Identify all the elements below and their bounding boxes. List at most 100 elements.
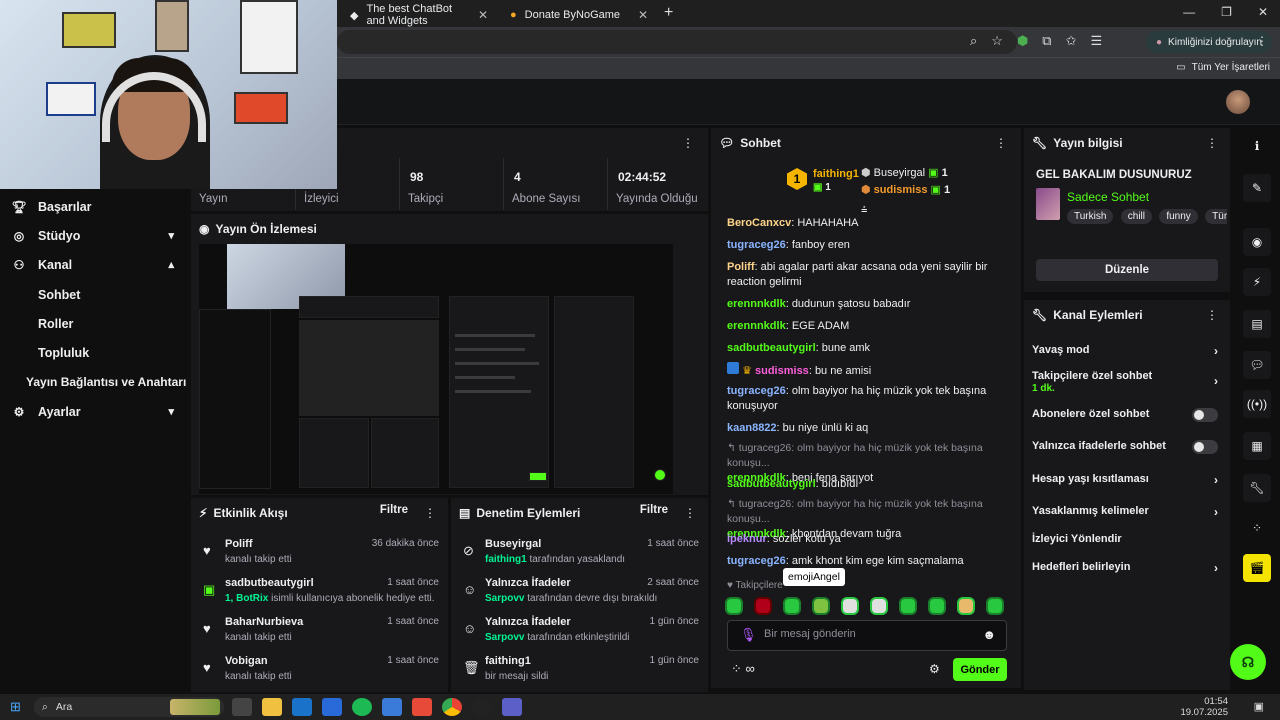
- emote-icon[interactable]: [754, 597, 772, 615]
- sidebar-item-achievements[interactable]: 🏆︎ Başarılar: [0, 192, 188, 221]
- sidebar-item-community[interactable]: Topluluk: [0, 338, 188, 367]
- chat-username[interactable]: tugraceg26: [727, 239, 786, 251]
- chat-username[interactable]: Poliff: [727, 261, 755, 273]
- chat-message[interactable]: tugraceg26: fanboy eren: [727, 238, 1017, 253]
- task-view-icon[interactable]: [232, 698, 252, 716]
- emote-only-toggle[interactable]: [1192, 440, 1218, 454]
- activity-row[interactable]: ▣ sadbutbeautygirl 1 saat önce 1, BotRix…: [199, 574, 443, 614]
- pencil-icon[interactable]: ✎: [1243, 174, 1271, 202]
- sidebar-item-stream-key[interactable]: Yayın Bağlantısı ve Anahtarı: [0, 367, 188, 396]
- chat-username[interactable]: sadbutbeautygirl: [727, 478, 816, 490]
- chat-username[interactable]: kaan8822: [727, 422, 777, 434]
- sidebar-item-chat[interactable]: Sohbet: [0, 280, 188, 309]
- leader-first-name[interactable]: faithing1: [813, 168, 859, 180]
- activity-row[interactable]: ♥ Poliff 36 dakika önce kanalı takip ett…: [199, 535, 443, 575]
- restore-icon[interactable]: ❐: [1221, 5, 1232, 19]
- support-chat-fab[interactable]: ☊: [1230, 644, 1266, 680]
- chat-settings-gear-icon[interactable]: ⚙: [929, 662, 940, 676]
- calendar-widget-icon[interactable]: ▦: [1243, 432, 1271, 460]
- app-icon[interactable]: [412, 698, 432, 716]
- info-icon[interactable]: ℹ: [1243, 132, 1271, 160]
- outlook-icon[interactable]: [292, 698, 312, 716]
- action-followers-only[interactable]: Takipçilere özel sohbet 1 dk. ›: [1032, 370, 1222, 394]
- emote-icon[interactable]: [725, 597, 743, 615]
- points-widget-icon[interactable]: ⁘: [1243, 514, 1271, 542]
- kebab-icon[interactable]: ⋮: [424, 506, 436, 520]
- browser-tab-botrix[interactable]: ◆ The best ChatBot and Widgets ✕: [340, 3, 498, 27]
- chat-username[interactable]: erennnkdlk: [727, 320, 786, 332]
- tag[interactable]: Türk: [1205, 209, 1227, 224]
- chat-widget-icon[interactable]: 💬︎: [1243, 351, 1271, 379]
- minimize-icon[interactable]: —: [1183, 5, 1195, 19]
- close-icon[interactable]: ✕: [478, 8, 488, 22]
- app-icon[interactable]: [472, 698, 492, 716]
- emote-icon[interactable]: [899, 597, 917, 615]
- emote-icon[interactable]: [928, 597, 946, 615]
- wrench-widget-icon[interactable]: 🔧︎: [1243, 474, 1271, 502]
- chat-message[interactable]: BeroCanxcv: HAHAHAHA: [727, 216, 1017, 231]
- chat-username[interactable]: tugraceg26: [727, 555, 786, 567]
- sidebar-item-studio[interactable]: ◎ Stüdyo ▾: [0, 221, 188, 250]
- new-tab-button[interactable]: +: [664, 4, 673, 22]
- app-icon[interactable]: [382, 698, 402, 716]
- teams-icon[interactable]: [502, 698, 522, 716]
- tag[interactable]: chill: [1120, 209, 1152, 224]
- emote-icon[interactable]: [986, 597, 1004, 615]
- activity-row[interactable]: ♥ BaharNurbieva 1 saat önce kanalı takip…: [199, 613, 443, 653]
- emote-icon[interactable]: [841, 597, 859, 615]
- chat-message[interactable]: sadbutbeautygirl: bıdıbıdı: [727, 477, 1017, 492]
- chat-username[interactable]: sudismiss: [755, 365, 809, 377]
- chat-message[interactable]: tugraceg26: amk khont kim ege kim saçmal…: [727, 554, 1017, 569]
- broadcast-widget-icon[interactable]: ((•)): [1243, 390, 1271, 418]
- category-name[interactable]: Sadece Sohbet: [1067, 190, 1149, 204]
- chat-input-box[interactable]: 🎙︎ ☻: [727, 620, 1007, 651]
- action-account-age[interactable]: Hesap yaşı kısıtlaması ›: [1032, 473, 1222, 487]
- emote-icon[interactable]: [870, 597, 888, 615]
- moderation-row[interactable]: ⊘ Buseyirgal 1 saat önce faithing1 taraf…: [459, 535, 703, 575]
- sidebar-item-settings[interactable]: ⚙ Ayarlar ▾: [0, 397, 188, 426]
- send-button[interactable]: Gönder: [953, 658, 1007, 681]
- emote-icon[interactable]: [812, 597, 830, 615]
- sidebar-item-roles[interactable]: Roller: [0, 309, 188, 338]
- document-widget-icon[interactable]: ▤: [1243, 310, 1271, 338]
- windows-start-icon[interactable]: ⊞: [10, 699, 21, 715]
- bookmark-star-icon[interactable]: ☆: [991, 33, 1003, 49]
- user-avatar[interactable]: [1226, 90, 1250, 114]
- chat-message[interactable]: Poliff: abi agalar parti akar acsana oda…: [727, 260, 1017, 290]
- points-icon[interactable]: ⁘ ∞: [731, 661, 755, 677]
- action-subscribers-only[interactable]: Abonelere özel sohbet: [1032, 408, 1222, 422]
- kebab-icon[interactable]: ⋮: [1206, 308, 1218, 322]
- edit-stream-info-button[interactable]: Düzenle: [1036, 259, 1218, 281]
- tag[interactable]: funny: [1159, 209, 1198, 224]
- close-window-icon[interactable]: ✕: [1258, 5, 1268, 19]
- microphone-icon[interactable]: 🎙︎: [740, 627, 757, 643]
- category-thumbnail[interactable]: [1036, 188, 1060, 220]
- chrome-icon[interactable]: [442, 698, 462, 716]
- action-slow-mode[interactable]: Yavaş mod ›: [1032, 344, 1222, 358]
- extensions-icon[interactable]: ⧉: [1042, 33, 1051, 49]
- shield-extension-icon[interactable]: ⬢: [1017, 33, 1028, 49]
- chat-username[interactable]: tugraceg26: [727, 385, 786, 397]
- kebab-icon[interactable]: ⋮: [684, 506, 696, 520]
- chat-message[interactable]: tugraceg26: olm bayiyor ha hiç müzik yok…: [727, 384, 1017, 414]
- chat-username[interactable]: ipeknur: [727, 533, 767, 545]
- file-explorer-icon[interactable]: [262, 698, 282, 716]
- moderation-row[interactable]: 🗑︎ faithing1 1 gün önce bir mesajı sildi: [459, 652, 703, 692]
- chat-message[interactable]: sadbutbeautygirl: bune amk: [727, 341, 1017, 356]
- store-icon[interactable]: [322, 698, 342, 716]
- action-banned-words[interactable]: Yasaklanmış kelimeler ›: [1032, 505, 1222, 519]
- spotify-icon[interactable]: [352, 698, 372, 716]
- activity-row[interactable]: ♥ Vobigan 1 saat önce kanalı takip etti: [199, 652, 443, 692]
- kebab-icon[interactable]: ⋮: [995, 136, 1007, 150]
- kebab-icon[interactable]: ⋮: [1206, 136, 1218, 150]
- system-clock[interactable]: 01:54 19.07.2025: [1180, 696, 1228, 718]
- reading-list-icon[interactable]: ☰: [1091, 33, 1103, 49]
- browser-tab-donate[interactable]: ● Donate ByNoGame ✕: [500, 3, 658, 27]
- action-emote-only[interactable]: Yalnızca ifadelerle sohbet: [1032, 440, 1222, 454]
- favorites-icon[interactable]: ✩: [1066, 33, 1077, 49]
- browser-menu-icon[interactable]: ⋮: [1256, 34, 1268, 48]
- emoji-picker-icon[interactable]: ☻: [982, 627, 996, 642]
- sidebar-item-channel[interactable]: ⚇ Kanal ▴: [0, 250, 188, 279]
- chat-message[interactable]: kaan8822: bu niye ünlü ki aq: [727, 421, 1017, 436]
- chat-message[interactable]: erennnkdlk: dudunun şatosu babadır: [727, 297, 1017, 312]
